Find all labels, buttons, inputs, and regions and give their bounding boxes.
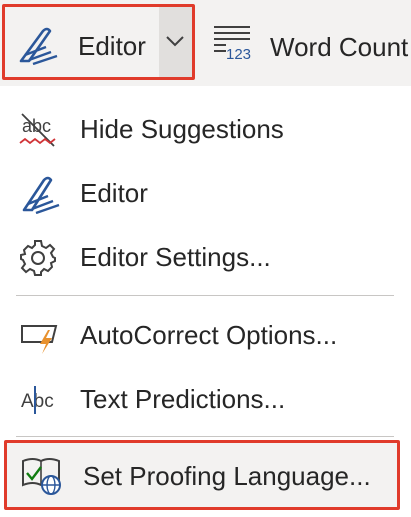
menu-item-label: Hide Suggestions: [80, 114, 284, 144]
menu-item-editor[interactable]: Editor: [0, 162, 411, 226]
gear-icon: [20, 240, 56, 276]
chevron-down-icon: [166, 36, 184, 47]
menu-item-label: Set Proofing Language...: [83, 461, 371, 491]
word-count-icon: 123: [214, 26, 251, 62]
hide-suggestions-icon: abc: [19, 113, 56, 147]
editor-pen-icon: [19, 27, 58, 65]
menu-item-label: Editor Settings...: [80, 242, 271, 272]
menu-item-hide-suggestions[interactable]: abc Hide Suggestions: [0, 98, 411, 162]
word-count-icon-text: 123: [226, 46, 251, 62]
menu-item-text-predictions[interactable]: Abc Text Predictions...: [0, 368, 411, 432]
menu-divider: [16, 436, 394, 437]
editor-pen-icon: [22, 176, 60, 214]
menu-item-label: Text Predictions...: [80, 384, 286, 414]
editor-dropdown-button[interactable]: [159, 7, 192, 77]
ribbon-bar: Editor 123 Word Count: [0, 0, 411, 86]
menu-item-label: Editor: [80, 178, 148, 208]
text-predictions-icon-text: Abc: [21, 391, 54, 412]
autocorrect-icon: [21, 325, 58, 354]
proofing-language-icon: [22, 458, 61, 495]
text-predictions-icon: Abc: [21, 386, 54, 414]
editor-dropdown-screenshot: Editor 123 Word Count abc Hide Suggestio…: [0, 0, 411, 517]
menu-divider: [16, 295, 394, 296]
menu-item-label: AutoCorrect Options...: [80, 320, 338, 350]
word-count-button[interactable]: 123 Word Count: [202, 10, 411, 76]
menu-item-autocorrect-options[interactable]: AutoCorrect Options...: [0, 304, 411, 368]
editor-split-button[interactable]: Editor: [2, 4, 195, 80]
menu-item-editor-settings[interactable]: Editor Settings...: [0, 226, 411, 290]
menu-item-set-proofing-language[interactable]: Set Proofing Language...: [4, 440, 400, 510]
editor-dropdown-menu: abc Hide Suggestions Editor Editor Setti…: [0, 86, 411, 517]
word-count-label: Word Count: [270, 32, 409, 62]
editor-button[interactable]: Editor: [5, 7, 159, 77]
editor-button-label: Editor: [78, 31, 146, 61]
